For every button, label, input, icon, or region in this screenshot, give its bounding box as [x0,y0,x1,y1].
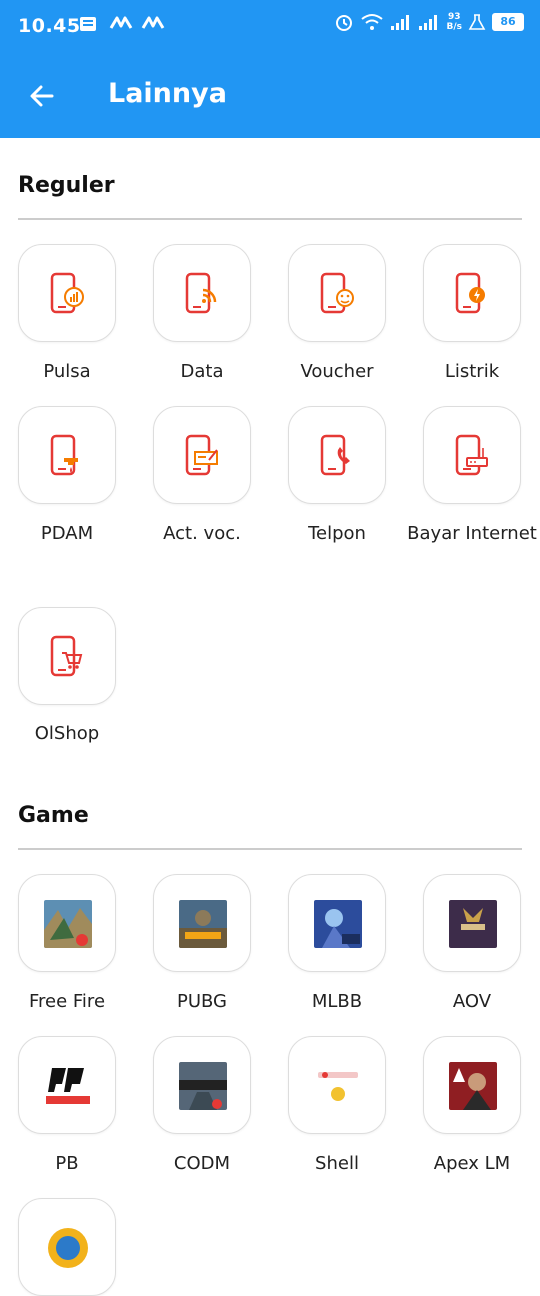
pubg-icon [179,900,227,948]
app-logo-icon-2 [141,16,165,29]
game-tile-apex-lm[interactable] [423,1036,521,1134]
garena-shell-icon [314,1062,362,1110]
game-tile-pubg[interactable] [153,874,251,972]
game-label-shell: Shell [315,1153,359,1174]
app-bar: Lainnya [0,54,540,138]
page-title: Lainnya [108,78,227,109]
status-time: 10.45 [18,15,81,37]
section-divider-game [18,848,522,850]
game-label-pb: PB [55,1153,79,1174]
menu-label-olshop: OlShop [34,723,100,744]
menu-label-listrik: Listrik [444,361,500,382]
game-label-aov: AOV [452,991,492,1012]
menu-tile-olshop[interactable] [18,607,116,705]
back-arrow-icon[interactable] [26,80,58,112]
game-tile-aov[interactable] [423,874,521,972]
net-speed: 93 B/s [446,12,462,32]
phone-cart-icon [50,635,83,677]
game-partial-icon [48,1228,88,1268]
signal-icon-2 [419,15,438,30]
menu-label-data: Data [180,361,224,382]
game-tile-shell[interactable] [288,1036,386,1134]
menu-label-bayar-internet: Bayar Internet [407,523,537,544]
phone-voucher-icon [320,272,354,314]
phone-electricity-icon [455,272,485,314]
app-logo-icon [109,16,133,29]
mlbb-icon [314,900,362,948]
section-title-game: Game [18,803,89,828]
game-tile-mlbb[interactable] [288,874,386,972]
battery-level: 86 [492,13,524,31]
phone-call-icon [320,434,350,476]
game-label-mlbb: MLBB [311,991,363,1012]
wifi-icon [361,14,384,30]
signal-icon [391,15,410,30]
menu-label-voucher: Voucher [300,361,374,382]
menu-tile-bayar-internet[interactable] [423,406,521,504]
menu-label-pdam: PDAM [40,523,94,544]
menu-label-pulsa: Pulsa [43,361,91,382]
game-label-apex-lm: Apex LM [433,1153,511,1174]
codm-icon [179,1062,227,1110]
phone-activate-voucher-icon [185,434,218,476]
menu-tile-act-voc[interactable] [153,406,251,504]
message-icon [80,17,96,31]
phone-pulsa-icon [50,272,84,314]
status-indicators: 93 B/s 86 [334,12,524,32]
game-label-codm: CODM [173,1153,231,1174]
menu-tile-pdam[interactable] [18,406,116,504]
net-speed-unit: B/s [446,22,462,32]
menu-tile-data[interactable] [153,244,251,342]
section-title-reguler: Reguler [18,173,115,198]
menu-tile-listrik[interactable] [423,244,521,342]
menu-tile-pulsa[interactable] [18,244,116,342]
game-tile-free-fire[interactable] [18,874,116,972]
game-label-free-fire: Free Fire [28,991,106,1012]
game-tile-partial[interactable] [18,1198,116,1296]
menu-tile-voucher[interactable] [288,244,386,342]
game-tile-pb[interactable] [18,1036,116,1134]
phone-water-icon [50,434,78,476]
phone-router-icon [455,434,488,476]
section-divider-reguler [18,218,522,220]
game-tile-codm[interactable] [153,1036,251,1134]
phone-data-icon [185,272,217,314]
free-fire-icon [44,900,92,948]
status-bar: 10.45 93 B/s 86 [0,0,540,54]
net-speed-value: 93 [447,12,461,22]
menu-tile-telpon[interactable] [288,406,386,504]
lab-flask-icon [468,14,486,30]
apex-legends-icon [449,1062,497,1110]
point-blank-icon [44,1062,92,1110]
game-label-pubg: PUBG [176,991,227,1012]
aov-icon [449,900,497,948]
menu-label-telpon: Telpon [308,523,366,544]
menu-label-act-voc: Act. voc. [163,523,241,544]
alarm-icon [336,15,353,31]
